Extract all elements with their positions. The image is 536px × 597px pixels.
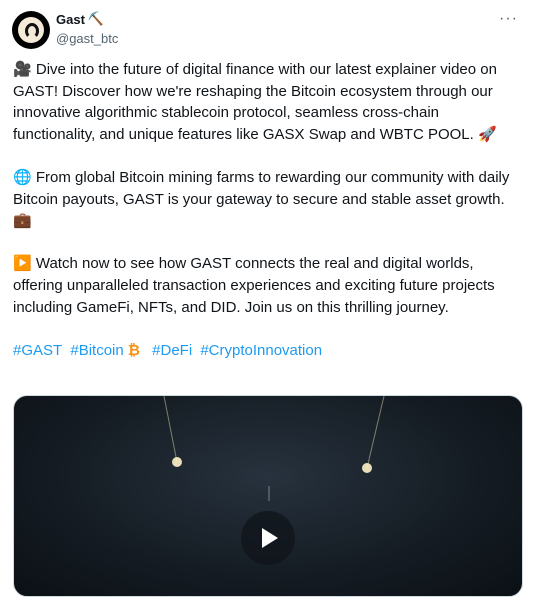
rocket-icon: 🚀: [477, 124, 497, 143]
author-name[interactable]: Gast: [56, 12, 85, 27]
globe-icon: 🌐: [13, 167, 32, 186]
hashtag-bitcoin[interactable]: #Bitcoin ₿: [70, 342, 144, 359]
author-name-row[interactable]: Gast ⛏️: [56, 12, 104, 27]
paragraph-2-text: From global Bitcoin mining farms to rewa…: [13, 168, 510, 208]
hashtag-defi[interactable]: #DeFi: [152, 342, 192, 359]
play-icon: [262, 528, 278, 548]
video-thumbnail: [163, 396, 385, 501]
pickaxe-icon: ⛏️: [87, 12, 105, 27]
play-button-emoji-icon: ▶️: [13, 254, 32, 273]
more-options-icon[interactable]: ···: [499, 10, 518, 28]
play-button[interactable]: [241, 511, 295, 565]
hashtag-cryptoinnovation[interactable]: #CryptoInnovation: [200, 342, 322, 359]
movie-camera-icon: 🎥: [13, 60, 32, 78]
paragraph-3: ▶️ Watch now to see how GAST connects th…: [13, 253, 518, 318]
gast-logo-icon: [18, 17, 44, 43]
video-player[interactable]: [13, 395, 523, 597]
paragraph-1-text: Dive into the future of digital finance …: [13, 61, 497, 143]
author-handle[interactable]: @gast_btc: [56, 31, 118, 46]
briefcase-icon: 💼: [13, 211, 32, 230]
paragraph-3-text: Watch now to see how GAST connects the r…: [13, 255, 495, 316]
hashtags: #GAST #Bitcoin ₿ #DeFi #CryptoInnovation: [13, 340, 518, 362]
paragraph-1: 🎥 Dive into the future of digital financ…: [13, 59, 518, 145]
tweet: Gast ⛏️ @gast_btc ··· 🎥 Dive into the fu…: [0, 0, 536, 597]
avatar[interactable]: [12, 11, 50, 49]
bitcoin-icon: ₿: [127, 341, 140, 359]
hashtag-gast[interactable]: #GAST: [13, 342, 62, 359]
hashtag-bitcoin-label[interactable]: #Bitcoin: [70, 342, 123, 359]
tweet-text: 🎥 Dive into the future of digital financ…: [13, 59, 518, 383]
paragraph-2: 🌐 From global Bitcoin mining farms to re…: [13, 167, 518, 232]
